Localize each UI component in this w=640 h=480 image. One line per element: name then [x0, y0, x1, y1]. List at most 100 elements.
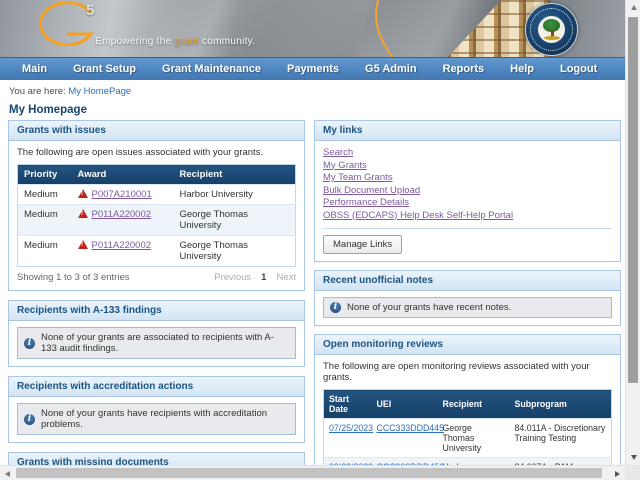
- uei-link[interactable]: CCC333DDD445: [377, 423, 444, 433]
- dept-of-education-seal: [525, 3, 578, 56]
- warning-icon: [78, 189, 88, 198]
- panel-my-links: My links Search My Grants My Team Grants…: [314, 120, 621, 262]
- recent-notes-message: None of your grants have recent notes.: [347, 302, 511, 313]
- recipient-cell: Harbor University: [438, 458, 510, 466]
- tagline-highlight: grant: [175, 36, 199, 47]
- panel-monitoring-reviews-body: The following are open monitoring review…: [315, 355, 620, 465]
- breadcrumb-current-link[interactable]: My HomePage: [68, 86, 131, 97]
- arrow-up-icon: [631, 5, 637, 10]
- showing-entries-label: Showing 1 to 3 of 3 entries: [17, 272, 130, 283]
- grants-issues-description: The following are open issues associated…: [17, 147, 296, 158]
- table-row: 02/22/2023 CCC333DDD456 Harbor Universit…: [324, 458, 612, 466]
- arrow-right-icon: [615, 471, 620, 477]
- g5-homepage: 5 Empowering the grant community. Main G…: [0, 0, 625, 465]
- vertical-scrollbar-thumb[interactable]: [628, 17, 638, 383]
- column-header-uei: UEI: [372, 390, 438, 419]
- start-date-link[interactable]: 07/25/2023: [329, 423, 373, 433]
- nav-item-payments[interactable]: Payments: [287, 63, 339, 75]
- panel-grants-with-issues-body: The following are open issues associated…: [9, 141, 304, 290]
- column-header-priority: Priority: [18, 165, 72, 185]
- nav-item-logout[interactable]: Logout: [560, 63, 597, 75]
- vertical-scrollbar[interactable]: [625, 0, 640, 465]
- manage-links-button[interactable]: Manage Links: [323, 235, 402, 254]
- column-header-award: Award: [72, 165, 174, 185]
- horizontal-scrollbar-thumb[interactable]: [16, 468, 602, 478]
- column-header-subprogram: Subprogram: [510, 390, 612, 419]
- priority-cell: Medium: [18, 205, 72, 236]
- link-performance-details[interactable]: Performance Details: [323, 197, 409, 208]
- breadcrumb: You are here: My HomePage: [0, 80, 625, 101]
- accreditation-info-box: None of your grants have recipients with…: [17, 403, 296, 435]
- recipient-cell: George Thomas University: [174, 236, 296, 267]
- start-date-cell: 02/22/2023: [324, 458, 372, 466]
- start-date-cell: 07/25/2023: [324, 419, 372, 458]
- next-page-button[interactable]: Next: [276, 272, 296, 283]
- priority-cell: Medium: [18, 236, 72, 267]
- award-link[interactable]: P011A220002: [92, 209, 152, 220]
- award-link[interactable]: P007A210001: [92, 189, 152, 200]
- panel-my-links-title: My links: [315, 121, 620, 141]
- recipient-cell: George Thomas University: [438, 419, 510, 458]
- nav-item-help[interactable]: Help: [510, 63, 534, 75]
- previous-page-button[interactable]: Previous: [214, 272, 251, 283]
- award-cell: P011A220002: [72, 205, 174, 236]
- list-item: OBSS (EDCAPS) Help Desk Self-Help Portal: [323, 210, 612, 223]
- panel-grants-with-issues-title: Grants with issues: [9, 121, 304, 141]
- right-column: My links Search My Grants My Team Grants…: [314, 120, 621, 465]
- banner: 5 Empowering the grant community.: [0, 0, 625, 57]
- tagline: Empowering the grant community.: [95, 36, 255, 47]
- page-title: My Homepage: [0, 101, 625, 120]
- info-icon: [330, 302, 341, 313]
- panel-a133-findings: Recipients with A-133 findings None of y…: [8, 300, 305, 367]
- scroll-down-button[interactable]: [626, 450, 640, 465]
- list-item: Search: [323, 147, 612, 160]
- scroll-left-button[interactable]: [0, 466, 15, 480]
- browser-viewport: 5 Empowering the grant community. Main G…: [0, 0, 640, 480]
- award-link[interactable]: P011A220002: [92, 240, 152, 251]
- panel-my-links-body: Search My Grants My Team Grants Bulk Doc…: [315, 141, 620, 261]
- panel-monitoring-reviews: Open monitoring reviews The following ar…: [314, 334, 621, 465]
- seal-ground: [544, 36, 560, 40]
- subprogram-cell: 84.011A - Discretionary Training Testing: [510, 419, 612, 458]
- nav-item-grant-maintenance[interactable]: Grant Maintenance: [162, 63, 261, 75]
- nav-item-reports[interactable]: Reports: [443, 63, 485, 75]
- table-row: Medium P007A210001 Harbor University: [18, 185, 296, 205]
- link-obss-help-desk[interactable]: OBSS (EDCAPS) Help Desk Self-Help Portal: [323, 210, 513, 221]
- logo-five: 5: [86, 2, 94, 19]
- pagination: Previous 1 Next: [214, 272, 296, 283]
- uei-cell: CCC333DDD456: [372, 458, 438, 466]
- nav-item-grant-setup[interactable]: Grant Setup: [73, 63, 136, 75]
- panel-a133-body: None of your grants are associated to re…: [9, 321, 304, 366]
- table-row: 07/25/2023 CCC333DDD445 George Thomas Un…: [324, 419, 612, 458]
- arrow-down-icon: [631, 455, 637, 460]
- link-my-team-grants[interactable]: My Team Grants: [323, 172, 393, 183]
- content-columns: Grants with issues The following are ope…: [0, 120, 625, 465]
- link-bulk-document-upload[interactable]: Bulk Document Upload: [323, 185, 420, 196]
- tagline-prefix: Empowering the: [95, 36, 175, 47]
- arrow-left-icon: [5, 471, 10, 477]
- monitoring-reviews-description: The following are open monitoring review…: [323, 361, 612, 383]
- column-header-recipient: Recipient: [174, 165, 296, 185]
- scroll-up-button[interactable]: [626, 0, 640, 15]
- recipient-cell: Harbor University: [174, 185, 296, 205]
- nav-item-g5-admin[interactable]: G5 Admin: [365, 63, 417, 75]
- breadcrumb-prefix: You are here:: [9, 86, 68, 97]
- panel-a133-title: Recipients with A-133 findings: [9, 301, 304, 321]
- horizontal-scrollbar[interactable]: [0, 465, 625, 480]
- link-search[interactable]: Search: [323, 147, 353, 158]
- link-my-grants[interactable]: My Grants: [323, 160, 367, 171]
- list-item: My Grants: [323, 160, 612, 173]
- panel-accreditation-title: Recipients with accreditation actions: [9, 377, 304, 397]
- nav-item-main[interactable]: Main: [22, 63, 47, 75]
- warning-icon: [78, 209, 88, 218]
- panel-recent-notes-body: None of your grants have recent notes.: [315, 291, 620, 325]
- a133-message: None of your grants are associated to re…: [41, 332, 289, 354]
- scroll-right-button[interactable]: [610, 466, 625, 480]
- panel-accreditation-actions: Recipients with accreditation actions No…: [8, 376, 305, 443]
- panel-monitoring-reviews-title: Open monitoring reviews: [315, 335, 620, 355]
- panel-recent-notes: Recent unofficial notes None of your gra…: [314, 270, 621, 326]
- panel-grants-with-issues: Grants with issues The following are ope…: [8, 120, 305, 291]
- main-nav: Main Grant Setup Grant Maintenance Payme…: [0, 57, 625, 80]
- current-page-number[interactable]: 1: [261, 272, 266, 283]
- column-header-recipient: Recipient: [438, 390, 510, 419]
